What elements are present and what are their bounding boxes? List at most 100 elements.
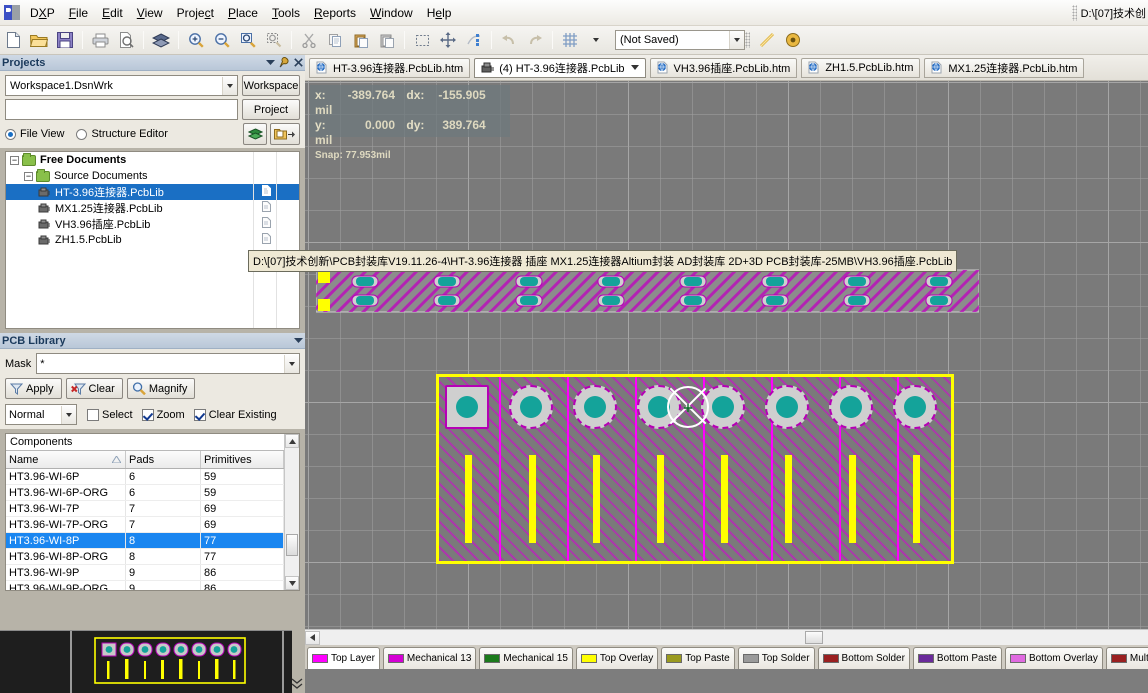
documents-icon[interactable] <box>243 123 267 145</box>
chevron-down-icon[interactable] <box>284 354 299 373</box>
place-pad-icon[interactable] <box>781 29 805 52</box>
toolbar-grip[interactable] <box>1071 4 1077 21</box>
layer-tab-top-paste[interactable]: Top Paste <box>661 647 735 669</box>
table-row[interactable]: HT3.96-WI-7P-ORG 7 69 <box>6 517 284 533</box>
print-icon[interactable] <box>88 29 112 52</box>
apply-button[interactable]: Apply <box>5 378 62 399</box>
print-preview-icon[interactable] <box>114 29 138 52</box>
pad-6[interactable] <box>765 385 809 429</box>
mode-select[interactable]: Normal <box>5 404 77 425</box>
menu-window[interactable]: Window <box>363 3 420 23</box>
save-icon[interactable] <box>53 29 77 52</box>
move-icon[interactable] <box>436 29 460 52</box>
layer-tab-top-layer[interactable]: Top Layer <box>307 647 380 669</box>
redo-icon[interactable] <box>523 29 547 52</box>
menu-dxp[interactable]: DXP <box>23 3 62 23</box>
project-button[interactable]: Project <box>242 99 300 120</box>
document-tab-zh15-htm[interactable]: ZH1.5.PcbLib.htm <box>801 57 921 78</box>
components-table[interactable]: Components Name Pads Primitives HT3.96-W… <box>5 433 300 591</box>
document-tab-vh396-htm[interactable]: VH3.96插座.PcbLib.htm <box>649 57 798 78</box>
chevron-down-icon[interactable] <box>291 334 305 348</box>
scroll-left-icon[interactable] <box>305 630 320 645</box>
workspace-button[interactable]: Workspace <box>242 75 300 96</box>
clear-existing-checkbox-row[interactable]: Clear Existing <box>193 408 277 421</box>
deselect-icon[interactable] <box>462 29 486 52</box>
board-layers-icon[interactable] <box>149 29 173 52</box>
paste-icon[interactable] <box>349 29 373 52</box>
column-header-pads[interactable]: Pads <box>126 451 201 468</box>
collapse-icon[interactable]: − <box>24 171 33 181</box>
scroll-up-icon[interactable] <box>285 434 299 448</box>
zoom-area-icon[interactable] <box>236 29 260 52</box>
clear-button[interactable]: Clear <box>65 378 123 399</box>
menu-tools[interactable]: Tools <box>265 3 307 23</box>
layer-tab-mechanical-15[interactable]: Mechanical 15 <box>479 647 573 669</box>
place-line-icon[interactable] <box>755 29 779 52</box>
mask-input[interactable]: * <box>36 353 300 374</box>
layer-tab-bottom-paste[interactable]: Bottom Paste <box>912 647 1002 669</box>
layer-tab-multi-layer[interactable]: Multi-Layer <box>1105 647 1148 669</box>
column-header-primitives[interactable]: Primitives <box>201 451 284 468</box>
zoom-in-icon[interactable] <box>184 29 208 52</box>
cut-icon[interactable] <box>297 29 321 52</box>
close-icon[interactable] <box>291 56 305 70</box>
chevron-down-icon[interactable] <box>630 62 639 74</box>
layer-tab-top-solder[interactable]: Top Solder <box>737 647 815 669</box>
file-view-radio[interactable] <box>5 128 16 140</box>
paste-special-icon[interactable] <box>375 29 399 52</box>
open-folder-icon[interactable] <box>270 123 300 145</box>
scroll-down-icon[interactable] <box>285 576 299 590</box>
document-tab-ht396-htm[interactable]: HT-3.96连接器.PcbLib.htm <box>309 57 471 78</box>
zoom-out-icon[interactable] <box>210 29 234 52</box>
undo-icon[interactable] <box>497 29 521 52</box>
pad-1[interactable] <box>445 385 489 429</box>
menu-project[interactable]: Project <box>170 3 221 23</box>
pad-8[interactable] <box>893 385 937 429</box>
menu-help[interactable]: Help <box>420 3 459 23</box>
canvas-horizontal-scrollbar[interactable] <box>305 629 1148 645</box>
table-row[interactable]: HT3.96-WI-8P-ORG 8 77 <box>6 549 284 565</box>
copy-icon[interactable] <box>323 29 347 52</box>
table-row[interactable]: HT3.96-WI-9P-ORG 9 86 <box>6 581 284 590</box>
pad-3[interactable] <box>573 385 617 429</box>
zoom-checkbox-row[interactable]: Zoom <box>141 408 185 421</box>
project-name-input[interactable] <box>5 99 238 120</box>
grid-icon[interactable] <box>558 29 582 52</box>
chevron-down-icon[interactable] <box>222 76 237 95</box>
table-row[interactable]: HT3.96-WI-6P-ORG 6 59 <box>6 485 284 501</box>
table-row[interactable]: HT3.96-WI-6P 6 59 <box>6 469 284 485</box>
project-select[interactable]: (Not Saved) <box>615 30 745 50</box>
scrollbar-thumb[interactable] <box>805 631 823 644</box>
document-tab-ht396-pcblib[interactable]: (4) HT-3.96连接器.PcbLib <box>474 57 646 78</box>
magnify-button[interactable]: Magnify <box>126 378 196 399</box>
layer-tab-bottom-overlay[interactable]: Bottom Overlay <box>1004 647 1103 669</box>
components-scrollbar[interactable] <box>284 434 299 590</box>
open-document-icon[interactable] <box>27 29 51 52</box>
structure-editor-radio[interactable] <box>76 128 88 140</box>
menu-edit[interactable]: Edit <box>95 3 130 23</box>
workspace-select[interactable]: Workspace1.DsnWrk <box>5 75 238 96</box>
scrollbar-thumb[interactable] <box>286 534 298 556</box>
draw-toolbar-grip[interactable] <box>745 32 750 48</box>
table-row[interactable]: HT3.96-WI-7P 7 69 <box>6 501 284 517</box>
pcb-footprint-ht396-wi-8p[interactable] <box>436 374 954 564</box>
pad-2[interactable] <box>509 385 553 429</box>
pcb-canvas[interactable]: x: -389.764 dx: -155.905 mil y: 0.000 dy… <box>305 81 1148 669</box>
layer-tab-mechanical-13[interactable]: Mechanical 13 <box>382 647 477 669</box>
select-area-icon[interactable] <box>410 29 434 52</box>
menu-place[interactable]: Place <box>221 3 265 23</box>
panel-resize-handle[interactable] <box>290 674 304 692</box>
grid-dropdown-arrow[interactable] <box>584 29 608 52</box>
chevron-down-icon[interactable] <box>729 31 744 49</box>
select-checkbox[interactable] <box>87 408 99 421</box>
new-document-icon[interactable] <box>1 29 25 52</box>
project-tree[interactable]: − Free Documents − Source Documents HT-3… <box>5 151 300 329</box>
collapse-icon[interactable]: − <box>10 155 19 165</box>
zoom-checkbox[interactable] <box>141 408 154 421</box>
chevron-down-icon[interactable] <box>263 56 277 70</box>
layer-tab-bottom-solder[interactable]: Bottom Solder <box>817 647 910 669</box>
document-tab-mx125-htm[interactable]: MX1.25连接器.PcbLib.htm <box>924 57 1085 78</box>
menu-file[interactable]: File <box>62 3 95 23</box>
pad-7[interactable] <box>829 385 873 429</box>
pcb-footprint-strip[interactable] <box>315 268 980 314</box>
